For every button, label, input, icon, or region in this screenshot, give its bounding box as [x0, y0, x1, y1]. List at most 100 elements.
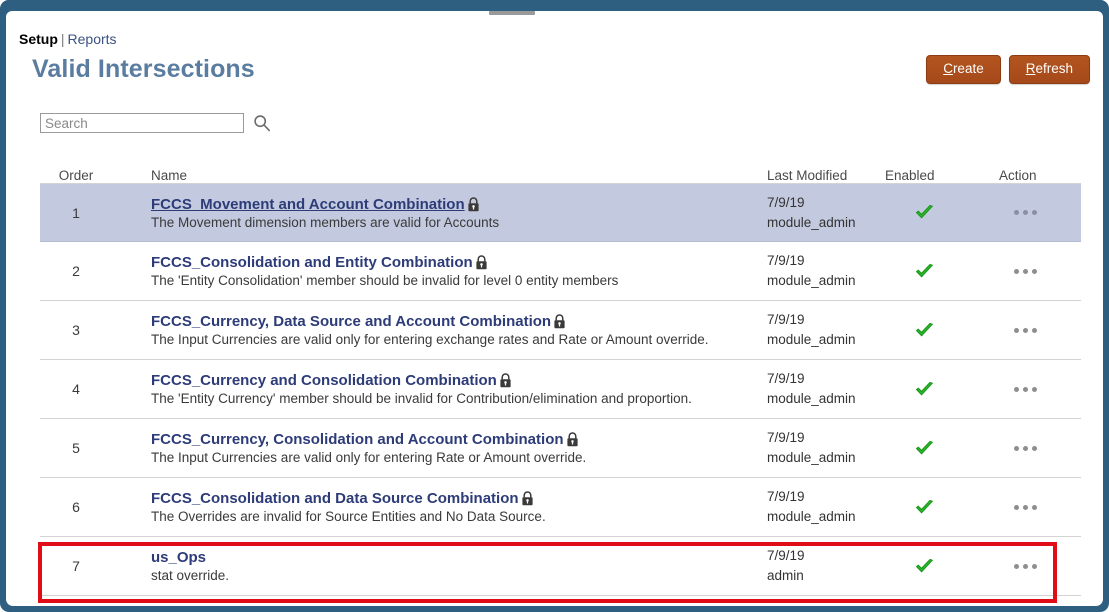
row-description: The Overrides are invalid for Source Ent… [151, 509, 767, 524]
row-last-modified: 7/9/19module_admin [767, 193, 879, 232]
row-order: 7 [40, 558, 112, 574]
search-bar [40, 113, 271, 133]
row-name-cell: FCCS_Currency and Consolidation Combinat… [112, 372, 767, 406]
row-name-link[interactable]: FCCS_Currency and Consolidation Combinat… [151, 372, 497, 389]
row-name-cell: FCCS_Currency, Consolidation and Account… [112, 431, 767, 465]
row-enabled-cell [879, 204, 969, 221]
table-row[interactable]: 7us_Opsstat override.7/9/19admin [40, 537, 1081, 596]
row-description: The Movement dimension members are valid… [151, 215, 767, 230]
breadcrumb-item-setup[interactable]: Setup [19, 31, 58, 47]
table-body: 1 FCCS_Movement and Account Combination Th… [40, 183, 1081, 596]
row-name-cell: FCCS_Consolidation and Entity Combinatio… [112, 254, 767, 288]
ellipsis-icon[interactable] [1010, 499, 1041, 516]
ellipsis-icon[interactable] [1010, 558, 1041, 575]
row-name-cell: us_Opsstat override. [112, 549, 767, 583]
lock-icon [566, 432, 579, 447]
breadcrumb-item-reports[interactable]: Reports [68, 31, 117, 47]
row-modified-by: module_admin [767, 330, 879, 350]
row-order: 4 [40, 381, 112, 397]
application-window: Setup|Reports Valid Intersections Create… [0, 0, 1109, 612]
row-name-link[interactable]: FCCS_Movement and Account Combination [151, 196, 465, 213]
lock-icon [475, 255, 488, 270]
row-action-cell [969, 499, 1081, 516]
row-order: 5 [40, 440, 112, 456]
row-enabled-cell [879, 558, 969, 575]
row-enabled-cell [879, 263, 969, 280]
row-description: The Input Currencies are valid only for … [151, 450, 767, 465]
enabled-check-icon [915, 558, 934, 575]
table-row[interactable]: 5 FCCS_Currency, Consolidation and Accoun… [40, 419, 1081, 478]
row-name-line: us_Ops [151, 549, 767, 566]
enabled-check-icon [915, 499, 934, 516]
row-modified-date: 7/9/19 [767, 310, 879, 330]
column-header-name: Name [112, 168, 767, 183]
row-modified-by: module_admin [767, 507, 879, 527]
row-action-cell [969, 558, 1081, 575]
row-description: The 'Entity Currency' member should be i… [151, 391, 767, 406]
row-description: The Input Currencies are valid only for … [151, 332, 767, 347]
row-last-modified: 7/9/19admin [767, 546, 879, 585]
table-header-row: Order Name Last Modified Enabled Action [40, 156, 1081, 183]
ellipsis-icon[interactable] [1010, 322, 1041, 339]
page-content: Setup|Reports Valid Intersections Create… [6, 11, 1103, 606]
row-modified-date: 7/9/19 [767, 428, 879, 448]
row-modified-by: module_admin [767, 213, 879, 233]
row-modified-by: module_admin [767, 389, 879, 409]
search-icon[interactable] [253, 114, 271, 132]
row-name-link[interactable]: FCCS_Consolidation and Entity Combinatio… [151, 254, 473, 271]
row-action-cell [969, 322, 1081, 339]
ellipsis-icon[interactable] [1010, 440, 1041, 457]
table-row[interactable]: 1 FCCS_Movement and Account Combination Th… [40, 183, 1081, 242]
row-name-line: FCCS_Currency, Consolidation and Account… [151, 431, 767, 448]
row-name-line: FCCS_Consolidation and Data Source Combi… [151, 490, 767, 507]
table-row[interactable]: 6FCCS_Consolidation and Data Source Comb… [40, 478, 1081, 537]
row-name-link[interactable]: FCCS_Currency, Data Source and Account C… [151, 313, 551, 330]
row-enabled-cell [879, 499, 969, 516]
enabled-check-icon [915, 322, 934, 339]
row-last-modified: 7/9/19module_admin [767, 310, 879, 349]
row-order: 3 [40, 322, 112, 338]
row-description: The 'Entity Consolidation' member should… [151, 273, 767, 288]
valid-intersections-table: Order Name Last Modified Enabled Action … [40, 156, 1081, 596]
row-name-cell: FCCS_Consolidation and Data Source Combi… [112, 490, 767, 524]
page-action-buttons: Create Refresh [926, 55, 1090, 84]
column-header-modified: Last Modified [767, 168, 879, 183]
ellipsis-icon[interactable] [1010, 263, 1041, 280]
window-drag-handle[interactable] [489, 11, 535, 15]
ellipsis-icon[interactable] [1010, 381, 1041, 398]
row-name-link[interactable]: us_Ops [151, 549, 206, 566]
enabled-check-icon [915, 381, 934, 398]
ellipsis-icon[interactable] [1010, 204, 1041, 221]
row-name-link[interactable]: FCCS_Consolidation and Data Source Combi… [151, 490, 519, 507]
page-title: Valid Intersections [32, 55, 255, 84]
row-action-cell [969, 440, 1081, 457]
row-modified-date: 7/9/19 [767, 251, 879, 271]
table-row[interactable]: 4 FCCS_Currency and Consolidation Combina… [40, 360, 1081, 419]
create-button[interactable]: Create [926, 55, 1001, 84]
window-title-bar [0, 0, 1109, 10]
table-row[interactable]: 2FCCS_Consolidation and Entity Combinati… [40, 242, 1081, 301]
row-modified-by: module_admin [767, 448, 879, 468]
column-header-order: Order [40, 168, 112, 183]
breadcrumb: Setup|Reports [19, 31, 117, 47]
row-name-link[interactable]: FCCS_Currency, Consolidation and Account… [151, 431, 564, 448]
row-last-modified: 7/9/19module_admin [767, 487, 879, 526]
enabled-check-icon [915, 263, 934, 280]
row-enabled-cell [879, 322, 969, 339]
row-action-cell [969, 204, 1081, 221]
row-action-cell [969, 263, 1081, 280]
refresh-button[interactable]: Refresh [1009, 55, 1090, 84]
row-modified-by: module_admin [767, 271, 879, 291]
row-name-line: FCCS_Currency and Consolidation Combinat… [151, 372, 767, 389]
row-modified-date: 7/9/19 [767, 546, 879, 566]
row-name-line: FCCS_Currency, Data Source and Account C… [151, 313, 767, 330]
row-modified-date: 7/9/19 [767, 369, 879, 389]
row-enabled-cell [879, 381, 969, 398]
search-input[interactable] [40, 113, 244, 133]
row-name-line: FCCS_Movement and Account Combination [151, 196, 767, 213]
row-order: 1 [40, 205, 112, 221]
row-name-cell: FCCS_Currency, Data Source and Account C… [112, 313, 767, 347]
row-action-cell [969, 381, 1081, 398]
table-row[interactable]: 3 FCCS_Currency, Data Source and Account … [40, 301, 1081, 360]
enabled-check-icon [915, 440, 934, 457]
